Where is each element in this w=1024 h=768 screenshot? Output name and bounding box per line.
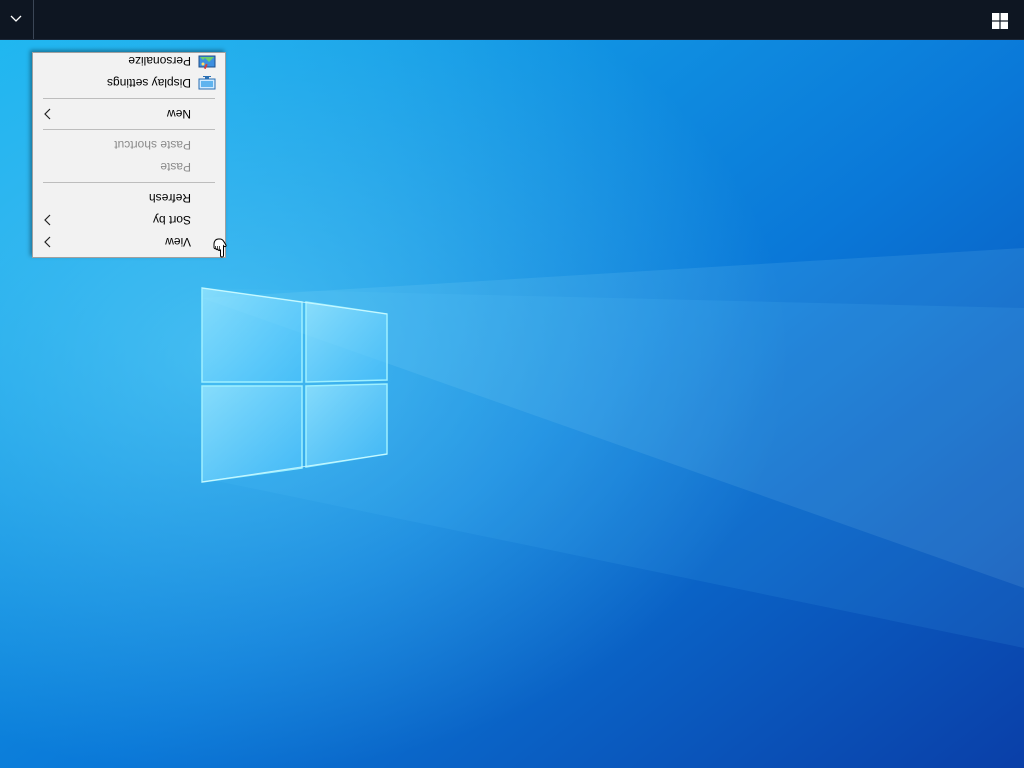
- menu-item-new[interactable]: New: [33, 103, 225, 125]
- windows-logo-icon: [992, 9, 1008, 30]
- menu-item-paste: Paste: [33, 156, 225, 178]
- menu-item-refresh[interactable]: Refresh: [33, 187, 225, 209]
- chevron-right-icon: [41, 231, 53, 253]
- screen: View Sort by Refresh Paste Paste shortcu…: [0, 0, 1024, 768]
- desktop-context-menu: View Sort by Refresh Paste Paste shortcu…: [32, 52, 226, 258]
- menu-item-label: Paste: [160, 160, 191, 174]
- menu-item-sort-by[interactable]: Sort by: [33, 209, 225, 231]
- menu-item-label: Refresh: [148, 191, 191, 205]
- start-button[interactable]: [976, 0, 1024, 39]
- chevron-right-icon: [41, 209, 53, 231]
- taskbar: [0, 0, 1024, 40]
- personalize-icon: [198, 53, 216, 70]
- menu-item-label: View: [165, 235, 191, 249]
- menu-separator: [43, 129, 215, 130]
- menu-separator: [43, 98, 215, 99]
- hand-cursor-icon: [213, 238, 227, 258]
- display-icon: [198, 75, 216, 91]
- menu-item-personalize[interactable]: Personalize: [33, 50, 225, 72]
- chevron-right-icon: [41, 103, 53, 125]
- menu-item-label: Display settings: [106, 76, 191, 90]
- show-hidden-icons-button[interactable]: [0, 0, 34, 39]
- chevron-up-icon: [11, 10, 23, 28]
- menu-item-label: Sort by: [152, 213, 191, 227]
- menu-separator: [43, 182, 215, 183]
- menu-item-label: New: [166, 107, 191, 121]
- menu-item-display-settings[interactable]: Display settings: [33, 72, 225, 94]
- menu-item-label: Personalize: [128, 54, 191, 68]
- menu-item-view[interactable]: View: [33, 231, 225, 253]
- desktop[interactable]: View Sort by Refresh Paste Paste shortcu…: [0, 0, 1024, 768]
- menu-item-label: Paste shortcut: [114, 138, 191, 152]
- menu-item-paste-shortcut: Paste shortcut: [33, 134, 225, 156]
